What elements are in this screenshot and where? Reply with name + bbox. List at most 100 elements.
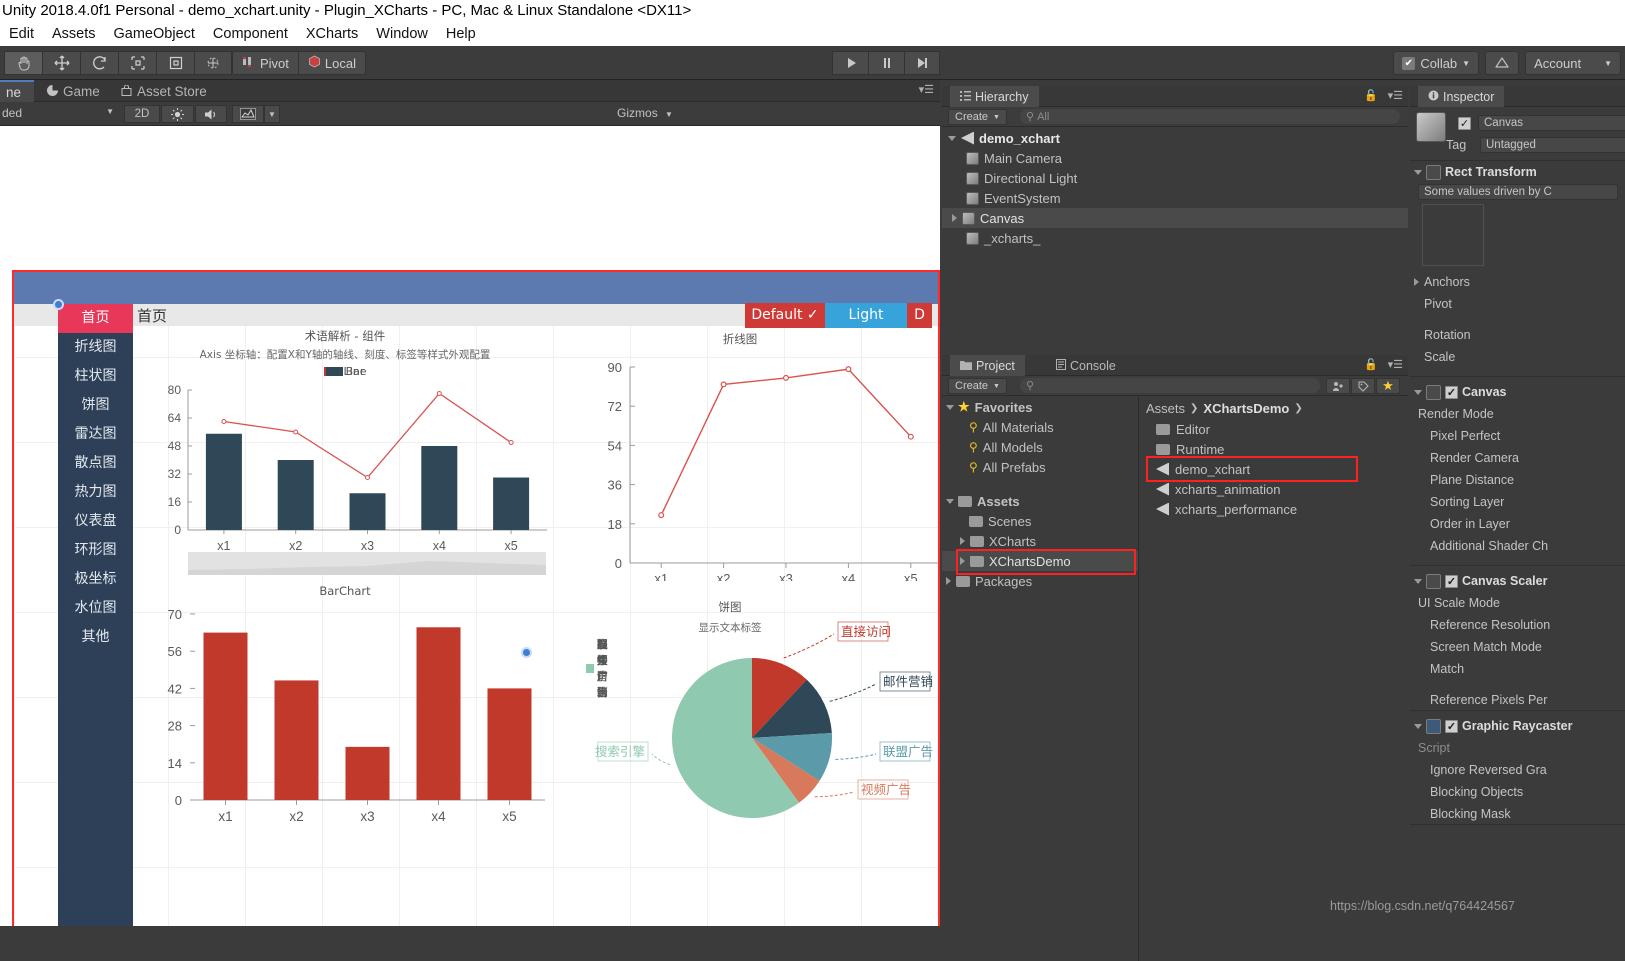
project-tree-item-scenes[interactable]: Scenes [942,511,1138,531]
anchor-preset-preview[interactable] [1422,204,1484,266]
nav-item-4[interactable]: 雷达图 [58,420,133,449]
nav-item-1[interactable]: 折线图 [58,333,133,362]
menu-window[interactable]: Window [367,22,437,46]
inspector-row-plane-distance[interactable]: Plane Distance [1410,470,1625,490]
nav-item-6[interactable]: 热力图 [58,478,133,507]
inspector-row-script[interactable]: Script [1410,738,1625,758]
project-breadcrumb[interactable]: Assets ❯ XChartsDemo ❯ [1138,397,1408,419]
tab-asset-store[interactable]: Asset Store [110,80,218,102]
project-search-input[interactable]: ⚲ [1020,378,1320,393]
chevron-right-icon[interactable] [946,577,951,585]
move-tool-button[interactable] [42,51,80,75]
cloud-button[interactable] [1485,51,1520,75]
object-enabled-checkbox[interactable]: ✓ [1458,117,1471,130]
hierarchy-item-eventsystem[interactable]: EventSystem [942,188,1408,208]
project-tree-item-all-models[interactable]: ⚲ All Models [942,437,1138,457]
chevron-down-icon[interactable] [1414,578,1422,584]
inspector-row-screen-match-mode[interactable]: Screen Match Mode [1410,637,1625,657]
hand-tool-button[interactable] [4,51,42,75]
menu-gameobject[interactable]: GameObject [105,22,204,46]
hierarchy-search-input[interactable]: ⚲ All [1020,109,1400,124]
project-file-xcharts-performance[interactable]: xcharts_performance [1138,499,1408,519]
transform-tool-button[interactable] [194,51,232,75]
theme-button-light[interactable]: Light [825,303,907,328]
hierarchy-item-canvas[interactable]: Canvas [942,208,1408,228]
menu-help[interactable]: Help [437,22,485,46]
project-tree-item-favorites[interactable]: ★ Favorites [942,397,1138,417]
selection-handle-top-left[interactable] [53,299,64,310]
inspector-row-render-mode[interactable]: Render Mode [1410,404,1625,424]
tab-hierarchy[interactable]: Hierarchy [950,86,1039,107]
component-enabled-checkbox[interactable]: ✓ [1445,719,1458,733]
chevron-right-icon[interactable] [952,214,957,222]
inspector-row-blocking-mask[interactable]: Blocking Mask [1410,804,1625,824]
inspector-row-order-in-layer[interactable]: Order in Layer [1410,514,1625,534]
tab-scene[interactable]: ne [0,80,34,102]
nav-item-5[interactable]: 散点图 [58,449,133,478]
collab-button[interactable]: ✔ Collab ▼ [1393,51,1480,75]
inspector-row-blocking-objects[interactable]: Blocking Objects [1410,782,1625,802]
inspector-row-ignore-reversed-gra[interactable]: Ignore Reversed Gra [1410,760,1625,780]
project-tree-item-assets[interactable]: Assets [942,491,1138,511]
chevron-down-icon[interactable] [1414,723,1422,729]
project-filter-label-button[interactable] [1351,378,1375,394]
hierarchy-item-demo-xchart[interactable]: demo_xchart [942,128,1408,148]
inspector-row-anchors[interactable]: Anchors [1410,272,1625,292]
hierarchy-tree[interactable]: demo_xchart Main Camera Directional Light E… [942,128,1408,352]
object-name-field[interactable]: Canvas [1478,115,1625,131]
chevron-right-icon[interactable] [1414,278,1419,286]
project-filter-type-button[interactable] [1326,378,1350,394]
project-filter-favorite-button[interactable]: ★ [1376,378,1400,394]
chevron-down-icon[interactable] [946,498,954,504]
project-file-demo-xchart[interactable]: demo_xchart [1138,459,1408,479]
inspector-row-pivot[interactable]: Pivot [1410,294,1625,314]
gizmos-dropdown[interactable]: Gizmos ▼ [614,106,676,120]
component-header-canvas[interactable]: ✓ Canvas [1410,382,1625,402]
chevron-right-icon[interactable] [960,537,965,545]
nav-item-2[interactable]: 柱状图 [58,362,133,391]
rect-tool-button[interactable] [156,51,194,75]
project-file-editor[interactable]: Editor [1138,419,1408,439]
breadcrumb-xchartsdemo[interactable]: XChartsDemo [1203,401,1289,416]
tab-game[interactable]: Game [36,80,111,102]
chevron-down-icon[interactable] [948,135,956,141]
project-tree-item-all-materials[interactable]: ⚲ All Materials [942,417,1138,437]
inspector-row-rotation[interactable]: Rotation [1410,325,1625,345]
hierarchy-create-button[interactable]: Create ▼ [948,109,1007,125]
theme-button-default[interactable]: Default ✓ [745,303,825,328]
component-enabled-checkbox[interactable]: ✓ [1445,574,1458,588]
nav-item-10[interactable]: 水位图 [58,594,133,623]
chevron-down-icon[interactable] [1414,169,1422,175]
nav-item-11[interactable]: 其他 [58,623,133,652]
nav-item-3[interactable]: 饼图 [58,391,133,420]
hierarchy-item--xcharts-[interactable]: _xcharts_ [942,228,1408,248]
menu-assets[interactable]: Assets [43,22,105,46]
hierarchy-dock-menu-icon[interactable]: ▾☰ [1388,89,1403,102]
pause-button[interactable] [868,51,904,75]
legend-item-bar[interactable]: Bar [325,365,364,378]
theme-switch-group[interactable]: Default ✓ Light D [745,303,932,328]
scene-view-canvas[interactable]: 首页 折线图 柱状图 饼图 雷达图 散点图 热力图 仪表盘 环形图 极坐标 水位图 其他 首页 Def… [0,126,940,926]
inspector-row-match[interactable]: Match [1410,659,1625,679]
chevron-right-icon[interactable] [960,557,965,565]
project-dock-menu-icon[interactable]: ▾☰ [1388,358,1403,371]
inspector-row-scale[interactable]: Scale [1410,347,1625,367]
scene-lighting-button[interactable] [161,105,194,123]
component-header-rect-transform[interactable]: Rect Transform [1410,162,1625,182]
project-tree-item-xchartsdemo[interactable]: XChartsDemo [942,551,1138,571]
nav-item-8[interactable]: 环形图 [58,536,133,565]
inspector-row-render-camera[interactable]: Render Camera [1410,448,1625,468]
inspector-components[interactable]: Rect Transform Some values driven by C Anc… [1410,162,1625,961]
selection-handle-pivot[interactable] [521,647,532,658]
project-tree-item-all-prefabs[interactable]: ⚲ All Prefabs [942,457,1138,477]
rotate-tool-button[interactable] [80,51,118,75]
pivot-button[interactable]: Pivot [232,51,298,75]
account-button[interactable]: Account ▼ [1525,51,1621,75]
local-button[interactable]: Local [297,51,366,75]
component-header-canvas-scaler[interactable]: ✓ Canvas Scaler [1410,571,1625,591]
inspector-row-additional-shader-ch[interactable]: Additional Shader Ch [1410,536,1625,556]
inspector-row-ui-scale-mode[interactable]: UI Scale Mode [1410,593,1625,613]
hierarchy-lock-icon[interactable]: 🔓 [1364,89,1378,102]
component-header-graphic-raycaster[interactable]: ✓ Graphic Raycaster [1410,716,1625,736]
inspector-row-sorting-layer[interactable]: Sorting Layer [1410,492,1625,512]
